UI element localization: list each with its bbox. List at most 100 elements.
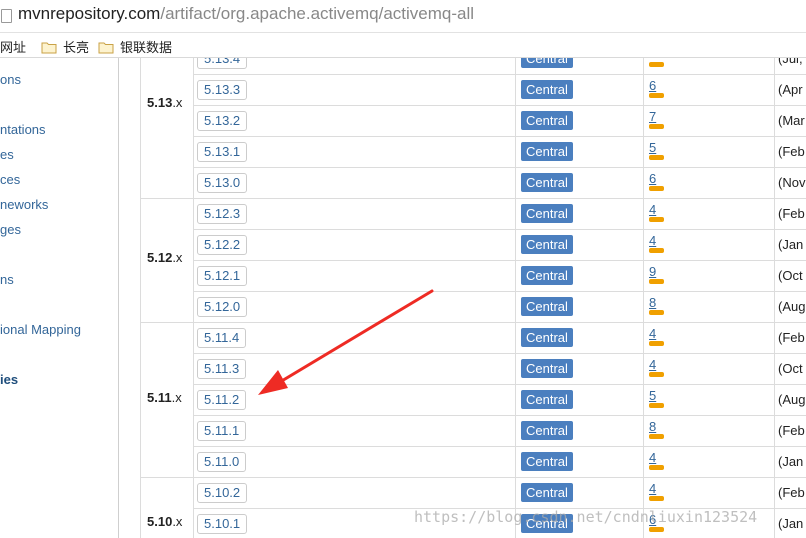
sidebar-item[interactable]: ns [0,272,14,287]
release-date: (Feb [778,485,805,500]
repository-badge[interactable]: Central [521,173,573,192]
version-link[interactable]: 5.11.2 [197,390,247,410]
bookmark-label: 长亮 [63,40,90,55]
usage-bar [649,465,664,470]
release-date: (Jul, [778,58,803,66]
group-version: 5.10 [147,514,173,529]
repository-badge[interactable]: Central [521,111,573,130]
usages-cell: 8 [649,296,669,320]
repository-badge[interactable]: Central [521,421,573,440]
usages-link[interactable]: 4 [649,358,669,372]
group-version: 5.13 [147,95,173,110]
release-date: (Oct [778,268,803,283]
page-icon [1,9,12,23]
version-link[interactable]: 5.12.3 [197,204,248,224]
version-link[interactable]: 5.13.4 [197,58,248,69]
repository-badge[interactable]: Central [521,235,573,254]
version-link[interactable]: 5.13.1 [197,142,248,162]
row-divider [193,105,806,106]
bookmark-yinlian[interactable]: 银联数据 [98,37,172,56]
group-suffix: .x [171,390,182,405]
usage-bar [649,124,664,129]
version-link[interactable]: 5.13.0 [197,173,248,193]
version-link[interactable]: 5.10.1 [197,514,248,534]
usages-link[interactable]: 7 [649,110,669,124]
row-divider [193,291,806,292]
version-link[interactable]: 5.11.0 [197,452,247,472]
release-date: (Jan [778,454,804,469]
row-divider [140,477,806,478]
usages-cell: 4 [649,327,669,351]
version-link[interactable]: 5.11.4 [197,328,247,348]
repository-badge[interactable]: Central [521,142,573,161]
row-divider [193,384,806,385]
repository-badge[interactable]: Central [521,390,573,409]
bookmark-changliang[interactable]: 长亮 [41,37,89,56]
repository-badge[interactable]: Central [521,58,573,68]
watermark: https://blog.csdn.net/cndnliuxin123524 [414,508,758,526]
usages-cell: 8 [649,420,669,444]
usages-cell: 4 [649,451,669,475]
sidebar-item[interactable]: es [0,147,14,162]
row-divider [140,198,806,199]
bookmark-url[interactable]: 网址 [0,37,26,56]
usages-cell: 6 [649,79,669,103]
usage-bar [649,93,664,98]
sidebar-item[interactable]: neworks [0,197,48,212]
sidebar-item[interactable]: ges [0,222,21,237]
usages-link[interactable]: 8 [649,296,669,310]
url-text[interactable]: mvnrepository.com/artifact/org.apache.ac… [18,4,474,24]
usage-bar [649,279,664,284]
repository-badge[interactable]: Central [521,359,573,378]
version-link[interactable]: 5.11.1 [197,421,247,441]
repository-badge[interactable]: Central [521,266,573,285]
usage-bar [649,527,664,532]
sidebar-item[interactable]: ional Mapping [0,322,81,337]
usages-link[interactable]: 5 [649,141,669,155]
repository-badge[interactable]: Central [521,80,573,99]
usages-link[interactable]: 4 [649,203,669,217]
usages-link[interactable]: 4 [649,234,669,248]
usage-bar [649,341,664,346]
version-link[interactable]: 5.10.2 [197,483,248,503]
version-link[interactable]: 5.11.3 [197,359,247,379]
sidebar-item[interactable]: ces [0,172,20,187]
sidebar-item[interactable]: ons [0,72,21,87]
usages-cell: 4 [649,234,669,258]
usages-link[interactable]: 9 [649,265,669,279]
release-date: (Mar [778,113,805,128]
usages-link[interactable]: 8 [649,420,669,434]
sidebar-item[interactable]: ntations [0,122,46,137]
version-link[interactable]: 5.12.2 [197,235,248,255]
release-date: (Jan [778,237,804,252]
column-divider [515,58,516,538]
version-group-label: 5.11.x [147,390,182,405]
row-divider [193,260,806,261]
group-version: 5.12 [147,250,173,265]
usages-link[interactable]: 4 [649,482,669,496]
release-date: (Feb [778,423,805,438]
version-link[interactable]: 5.12.1 [197,266,248,286]
folder-icon [41,42,57,54]
usages-link[interactable]: 6 [649,79,669,93]
version-link[interactable]: 5.13.2 [197,111,248,131]
sidebar-item-active[interactable]: ies [0,372,18,387]
column-divider [140,58,141,538]
usages-link[interactable]: 4 [649,451,669,465]
repository-badge[interactable]: Central [521,328,573,347]
usages-link[interactable]: 5 [649,389,669,403]
repository-badge[interactable]: Central [521,297,573,316]
repository-badge[interactable]: Central [521,483,573,502]
usages-cell: 4 [649,203,669,227]
row-divider [193,229,806,230]
bookmark-label: 网址 [0,40,27,55]
version-link[interactable]: 5.13.3 [197,80,248,100]
group-suffix: .x [172,95,183,110]
version-link[interactable]: 5.12.0 [197,297,248,317]
repository-badge[interactable]: Central [521,204,573,223]
address-bar[interactable]: mvnrepository.com/artifact/org.apache.ac… [0,0,806,33]
repository-badge[interactable]: Central [521,452,573,471]
usages-link[interactable]: 4 [649,327,669,341]
usages-cell: 7 [649,110,669,134]
usages-link[interactable]: 6 [649,172,669,186]
